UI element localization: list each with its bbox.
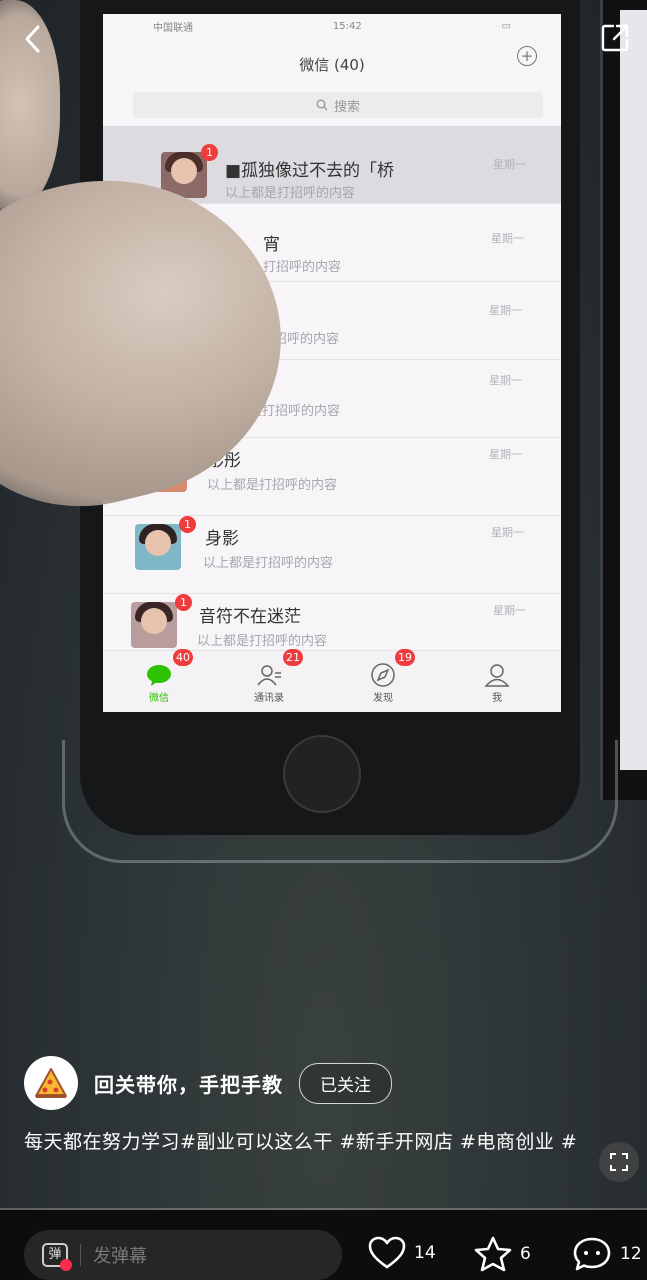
tab-me: 我 (457, 655, 537, 704)
heart-icon (368, 1236, 406, 1269)
comment-count: 12 (620, 1244, 642, 1264)
phone-home-button (283, 735, 361, 813)
video-caption: 每天都在努力学习#副业可以这么干 #新手开网店 #电商创业 # (24, 1131, 578, 1153)
share-icon (601, 24, 629, 52)
status-carrier: 中国联通 (153, 22, 193, 34)
author-avatar[interactable] (24, 1056, 78, 1110)
tab-discover: 发现 19 (343, 649, 423, 704)
danmaku-status-dot (60, 1259, 72, 1271)
tab-chats: 微信 40 (119, 649, 199, 704)
pizza-icon (35, 1068, 67, 1098)
star-icon (474, 1236, 512, 1272)
chat-bubble-icon (147, 665, 171, 686)
follow-button[interactable]: 已关注 (299, 1062, 392, 1104)
chat-preview: 以上都是打招呼的内容 (197, 634, 328, 649)
favorite-count: 6 (520, 1244, 531, 1264)
compass-icon (371, 663, 395, 687)
chat-preview: 以上都是打招呼的内容 (203, 556, 334, 571)
unread-badge: 1 (175, 594, 192, 611)
chat-avatar (135, 524, 181, 570)
chat-preview: 打招呼的内容 (263, 260, 342, 275)
chat-time: 星期一 (491, 232, 524, 245)
status-bar: 中国联通 15:42 ▭ (103, 14, 561, 38)
wechat-tab-bar: 微信 40 通讯录 21 发现 19 我 (103, 649, 561, 712)
chat-name: ■孤独像过不去的「桥 (225, 161, 395, 181)
chat-row: 1 身影 以上都是打招呼的内容 星期一 (103, 516, 561, 594)
contacts-icon (257, 665, 281, 686)
chevron-left-icon (25, 25, 40, 53)
comment-button[interactable]: 12 (572, 1236, 642, 1272)
unread-badge: 1 (179, 516, 196, 533)
chat-name: 宵 (263, 235, 280, 255)
fullscreen-button[interactable] (599, 1142, 639, 1182)
danmaku-divider (80, 1244, 81, 1266)
chat-time: 星期一 (493, 158, 526, 171)
share-button[interactable] (599, 22, 633, 56)
danmaku-toggle-icon[interactable]: 弹 (42, 1243, 72, 1271)
chat-preview: 以上都是打招呼的内容 (207, 478, 338, 493)
video-player[interactable]: 中国联通 15:42 ▭ 微信 (40) + 搜索 1 ■孤独像过不去的「桥 以… (0, 0, 647, 1210)
tab-label: 通讯录 (254, 693, 284, 704)
like-count: 14 (414, 1243, 436, 1263)
author-row: 回关带你，手把手教 已关注 (24, 1056, 392, 1110)
tab-label: 发现 (373, 693, 393, 704)
second-phone-screen (620, 10, 647, 770)
chat-name: 身影 (205, 529, 239, 549)
danmaku-placeholder: 发弹幕 (93, 1246, 147, 1267)
back-button[interactable] (22, 24, 56, 58)
person-icon (484, 664, 510, 687)
chat-avatar (131, 602, 177, 648)
chat-time: 星期一 (489, 448, 522, 461)
chat-name: 音符不在迷茫 (199, 607, 301, 627)
unread-badge: 1 (201, 144, 218, 161)
battery-icon: ▭ (501, 20, 511, 32)
tab-contacts: 通讯录 21 (229, 649, 309, 704)
wechat-title: 微信 (40) (299, 56, 365, 74)
danmaku-icon-char: 弹 (48, 1247, 62, 1262)
search-icon (316, 99, 328, 111)
chat-preview: 以上都是打招呼的内容 (225, 186, 356, 201)
chat-time: 星期一 (489, 374, 522, 387)
danmaku-input[interactable]: 弹 发弹幕 (24, 1230, 342, 1280)
status-time: 15:42 (332, 20, 362, 32)
chat-time: 星期一 (489, 304, 522, 317)
expand-icon (610, 1153, 628, 1171)
search-placeholder: 搜索 (333, 99, 360, 115)
author-name[interactable]: 回关带你，手把手教 (94, 1069, 283, 1098)
like-button[interactable]: 14 (368, 1236, 436, 1270)
chat-time: 星期一 (493, 604, 526, 617)
tab-label: 微信 (149, 693, 169, 704)
favorite-button[interactable]: 6 (474, 1236, 531, 1272)
chat-time: 星期一 (491, 526, 524, 539)
add-plus-icon: + (517, 46, 537, 66)
bottom-action-bar: 弹 发弹幕 14 6 12 (0, 1210, 647, 1280)
wechat-search-bar: 搜索 (133, 92, 543, 118)
comment-icon (573, 1237, 611, 1271)
tab-label: 我 (492, 693, 502, 704)
tab-badge: 40 (173, 649, 193, 666)
tab-badge: 21 (283, 649, 303, 666)
tab-badge: 19 (395, 649, 415, 666)
